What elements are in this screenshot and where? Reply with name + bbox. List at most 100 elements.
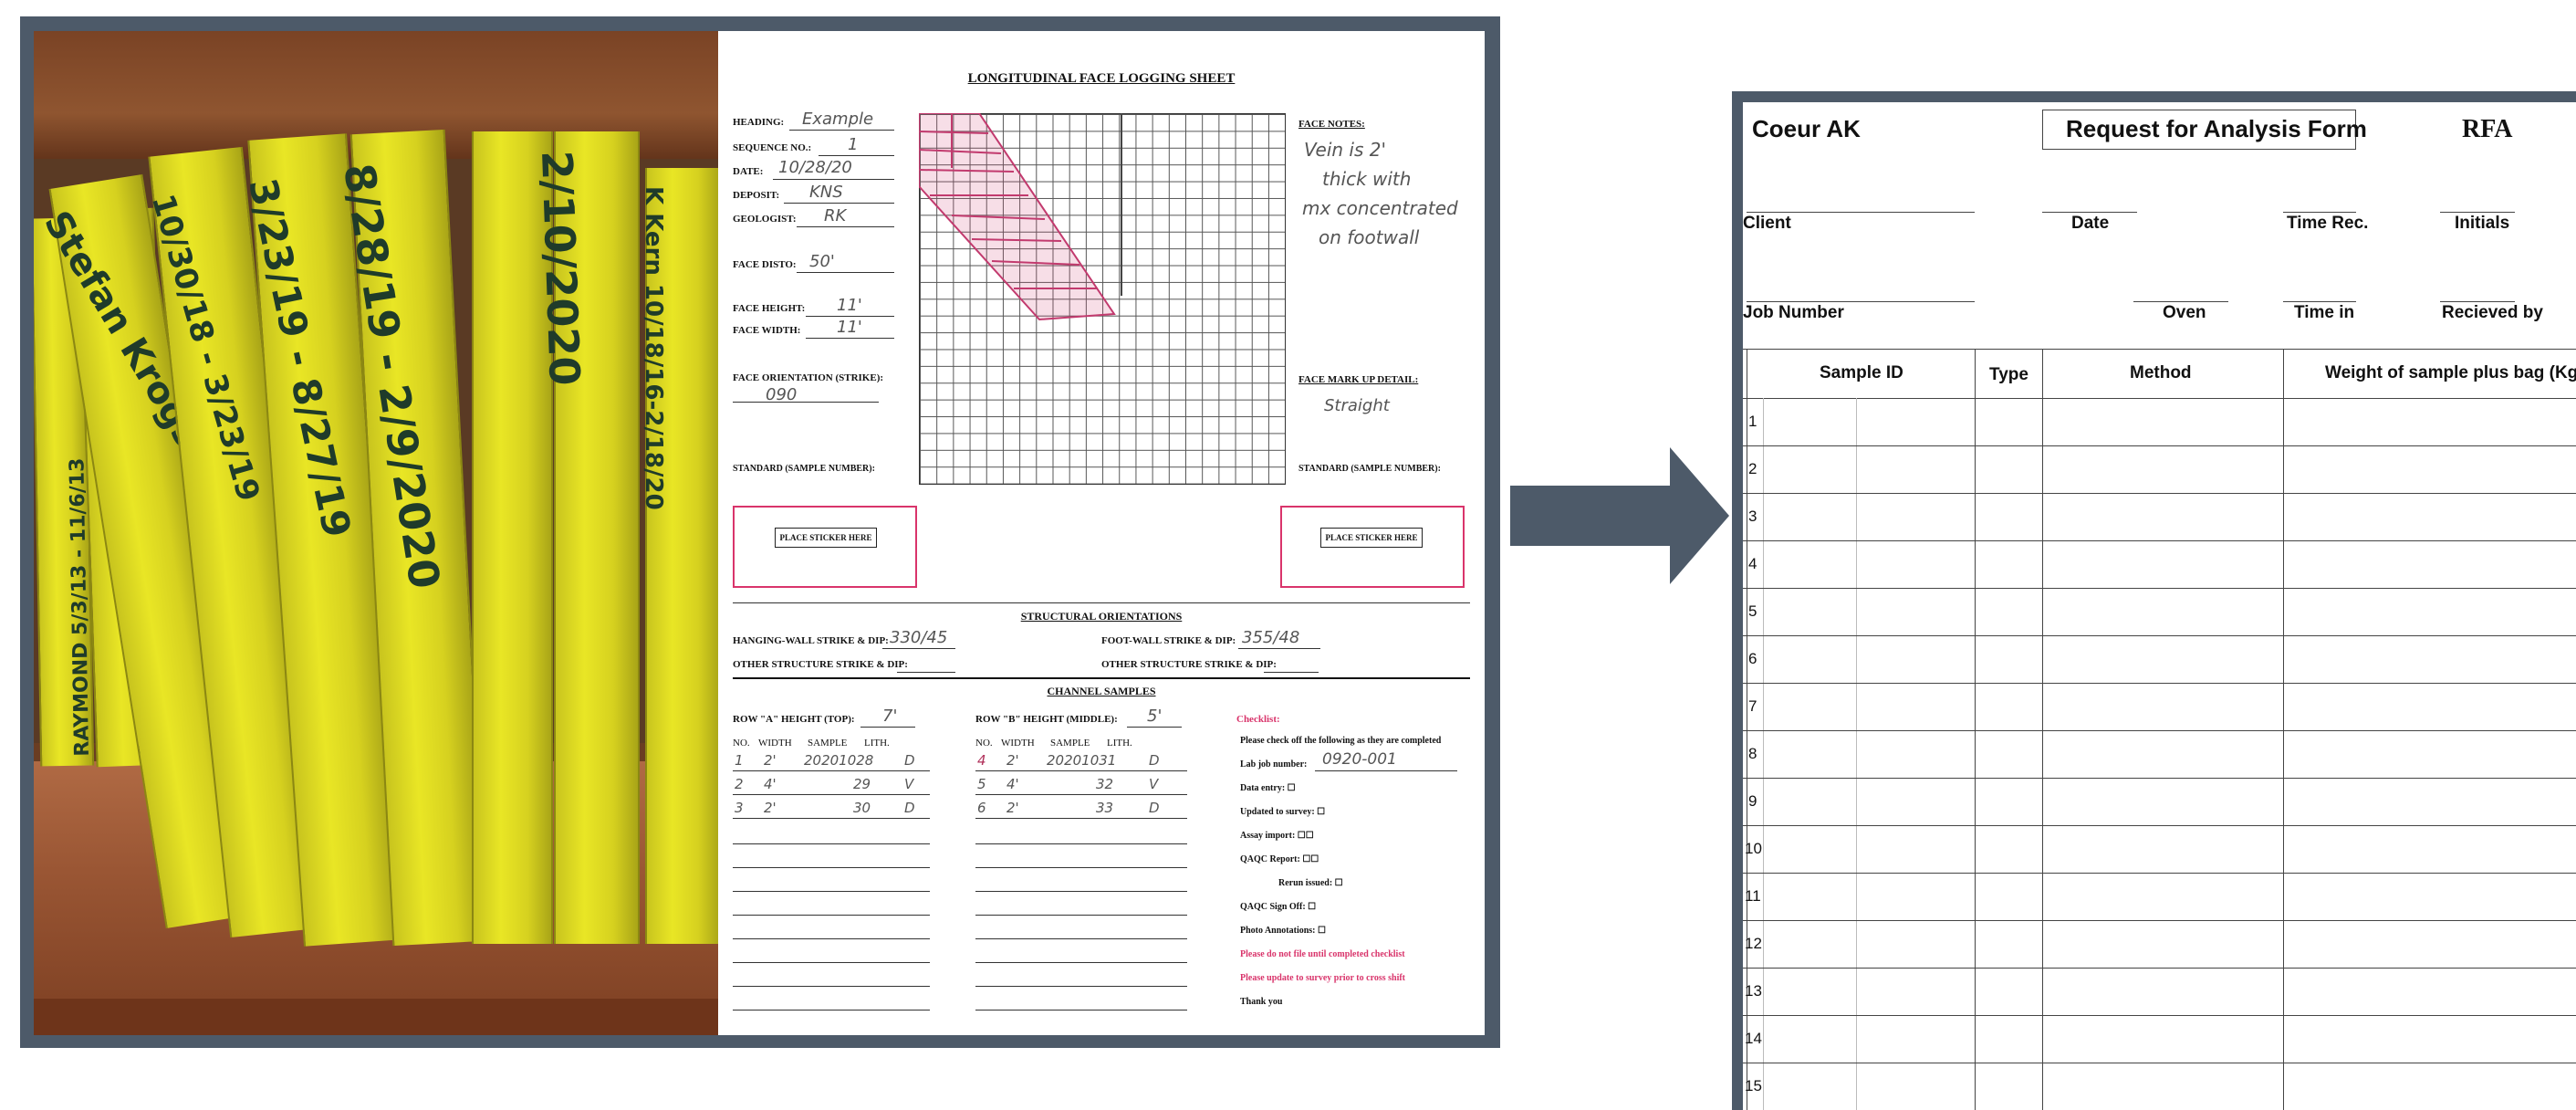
form-title: Request for Analysis Form <box>2066 115 2367 142</box>
sample-cell: 1 <box>735 752 744 769</box>
row-number: 4 <box>1748 555 1757 572</box>
col-header-sample-id: Sample ID <box>1820 363 1903 382</box>
checklist-item: Updated to survey: ☐ <box>1240 807 1326 817</box>
field-label: DEPOSIT: <box>733 190 780 201</box>
time-in-label: Time in <box>2294 303 2355 322</box>
field-value: Example <box>802 110 874 129</box>
received-by-label: Recieved by <box>2442 303 2543 322</box>
field-underline <box>1264 672 1319 673</box>
row-number: 3 <box>1748 508 1757 525</box>
col-header: WIDTH <box>758 738 792 749</box>
sample-cell: V <box>1149 776 1159 792</box>
sample-cell: 4 <box>977 752 986 769</box>
sticker-label: PLACE STICKER HERE <box>1320 528 1423 548</box>
field-value: 11' <box>837 318 862 337</box>
client-label: Client <box>1743 214 1791 233</box>
col-header-type: Type <box>1989 365 2028 384</box>
form-code: RFA <box>2462 115 2513 143</box>
field-value: RK <box>824 206 847 225</box>
field-value: 1 <box>848 135 859 154</box>
row-b-label: ROW "B" HEIGHT (MIDDLE): <box>975 714 1118 725</box>
sample-cell: 3 <box>735 800 744 816</box>
col-header: NO. <box>733 738 750 749</box>
row-a-value: 7' <box>882 707 898 726</box>
row-number: 10 <box>1745 840 1762 857</box>
bookshelf-photo: RAYMOND 5/3/13 - 11/6/13 1/7/13 - 4/26/1… <box>34 31 718 1035</box>
markup-value: Straight <box>1324 396 1390 415</box>
face-note-line: thick with <box>1322 168 1412 190</box>
field-underline <box>2440 212 2515 213</box>
field-underline <box>1238 648 1320 649</box>
sticker-label: PLACE STICKER HERE <box>775 528 877 548</box>
sample-cell: V <box>904 776 914 792</box>
checklist-item: Data entry: ☐ <box>1240 783 1296 793</box>
field-underline <box>789 130 894 131</box>
initials-label: Initials <box>2455 214 2510 233</box>
channel-title: CHANNEL SAMPLES <box>1047 685 1156 697</box>
field-underline <box>2133 301 2228 302</box>
sample-cell: 2' <box>764 752 777 769</box>
col-header: SAMPLE <box>1050 738 1090 749</box>
col-header-weight: Weight of sample plus bag (Kg) <box>2325 363 2576 382</box>
field-value: 11' <box>837 296 862 315</box>
row-number: 2 <box>1748 460 1757 477</box>
checklist-item: Please check off the following as they a… <box>1240 736 1442 746</box>
field-underline <box>2283 301 2356 302</box>
field-underline <box>806 338 894 339</box>
checklist-item: Rerun issued: ☐ <box>1278 878 1343 888</box>
standard-label-left: STANDARD (SAMPLE NUMBER): <box>733 464 875 474</box>
field-label: FACE HEIGHT: <box>733 303 806 314</box>
job-number-label: Job Number <box>1743 303 1844 322</box>
field-underline <box>784 203 894 204</box>
vein-sketch <box>919 113 1122 321</box>
field-underline <box>1747 212 1975 213</box>
field-underline <box>1315 770 1457 771</box>
sample-cell: 4' <box>1006 776 1019 792</box>
row-number: 5 <box>1748 602 1757 620</box>
sample-cell: 30 <box>853 800 871 816</box>
binder-spine: 2/10/2020 <box>532 131 640 944</box>
other-structure-label: OTHER STRUCTURE STRIKE & DIP: <box>1101 659 1277 670</box>
standard-label-right: STANDARD (SAMPLE NUMBER): <box>1298 464 1441 474</box>
row-number: 11 <box>1745 887 1761 905</box>
field-underline <box>806 316 894 317</box>
sheet-title: LONGITUDINAL FACE LOGGING SHEET <box>967 71 1236 86</box>
field-underline <box>1127 727 1182 728</box>
row-number: 6 <box>1748 650 1757 667</box>
sample-cell: 2 <box>735 776 744 792</box>
col-header: WIDTH <box>1001 738 1035 749</box>
row-b-value: 5' <box>1147 707 1163 726</box>
col-header-method: Method <box>2130 363 2192 382</box>
field-underline <box>2283 212 2356 213</box>
sticker-box-left: PLACE STICKER HERE <box>733 506 917 588</box>
checklist-item: Assay import: ☐☐ <box>1240 831 1314 841</box>
field-label: FACE WIDTH: <box>733 325 801 336</box>
hanging-wall-label: HANGING-WALL STRIKE & DIP: <box>733 635 889 646</box>
row-number: 13 <box>1745 982 1762 1000</box>
row-number: 8 <box>1748 745 1757 762</box>
sample-cell: D <box>1149 800 1160 816</box>
warning-text: Please update to survey prior to cross s… <box>1240 973 1406 983</box>
orientation-label: FACE ORIENTATION (STRIKE): <box>733 372 884 383</box>
field-label: GEOLOGIST: <box>733 214 797 225</box>
field-value: 50' <box>809 252 835 271</box>
sample-cell: 2' <box>1006 800 1019 816</box>
other-structure-label: OTHER STRUCTURE STRIKE & DIP: <box>733 659 908 670</box>
field-value: 10/28/20 <box>778 158 852 177</box>
binder-spine-label: K Kern 10/18/16-2/18/20 <box>640 186 667 510</box>
shelf-edge <box>34 999 718 1035</box>
hanging-wall-value: 330/45 <box>890 628 948 647</box>
field-underline <box>773 179 894 180</box>
row-number: 9 <box>1748 792 1757 810</box>
binder-spine-label: 2/10/2020 <box>532 150 589 387</box>
sample-cell: D <box>1149 752 1160 769</box>
face-logging-sheet: LONGITUDINAL FACE LOGGING SHEET HEADING:… <box>718 31 1485 1035</box>
field-underline <box>1747 301 1975 302</box>
divider <box>733 677 1470 679</box>
checklist-item: QAQC Report: ☐☐ <box>1240 854 1319 864</box>
col-header: LITH. <box>1107 738 1132 749</box>
company-name: Coeur AK <box>1752 115 1861 142</box>
sample-cell: 33 <box>1096 800 1114 816</box>
checklist-title: Checklist: <box>1236 714 1280 725</box>
sample-cell: 2' <box>764 800 777 816</box>
